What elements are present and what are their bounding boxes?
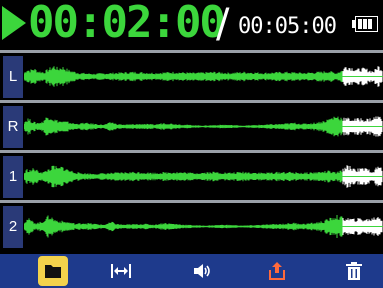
play-icon bbox=[2, 6, 26, 40]
track-2[interactable]: 2 bbox=[0, 203, 383, 250]
waveform bbox=[24, 165, 383, 188]
track-label: 2 bbox=[3, 205, 23, 248]
waveform bbox=[24, 215, 383, 238]
trim-button[interactable] bbox=[104, 254, 138, 288]
export-button[interactable] bbox=[260, 254, 294, 288]
trash-icon bbox=[346, 262, 362, 280]
status-bar: 00:02:00 / 00:05:00 bbox=[0, 0, 383, 50]
trim-icon bbox=[111, 264, 131, 278]
volume-button[interactable] bbox=[185, 254, 219, 288]
export-icon bbox=[269, 262, 285, 280]
elapsed-time: 00:02:00 bbox=[28, 0, 226, 48]
track-label: R bbox=[3, 105, 23, 148]
track-l[interactable]: L bbox=[0, 53, 383, 100]
track-label: L bbox=[3, 55, 23, 98]
folder-icon bbox=[45, 265, 61, 278]
volume-icon bbox=[194, 264, 210, 278]
track-1[interactable]: 1 bbox=[0, 153, 383, 200]
battery-icon bbox=[352, 16, 378, 32]
track-r[interactable]: R bbox=[0, 103, 383, 150]
track-label: 1 bbox=[3, 155, 23, 198]
total-time: 00:05:00 bbox=[238, 14, 337, 39]
trash-button[interactable] bbox=[337, 254, 371, 288]
time-separator: / bbox=[216, 1, 230, 47]
waveform bbox=[24, 116, 383, 137]
folder-button[interactable] bbox=[36, 254, 70, 288]
toolbar bbox=[0, 254, 383, 288]
waveform bbox=[24, 66, 383, 87]
